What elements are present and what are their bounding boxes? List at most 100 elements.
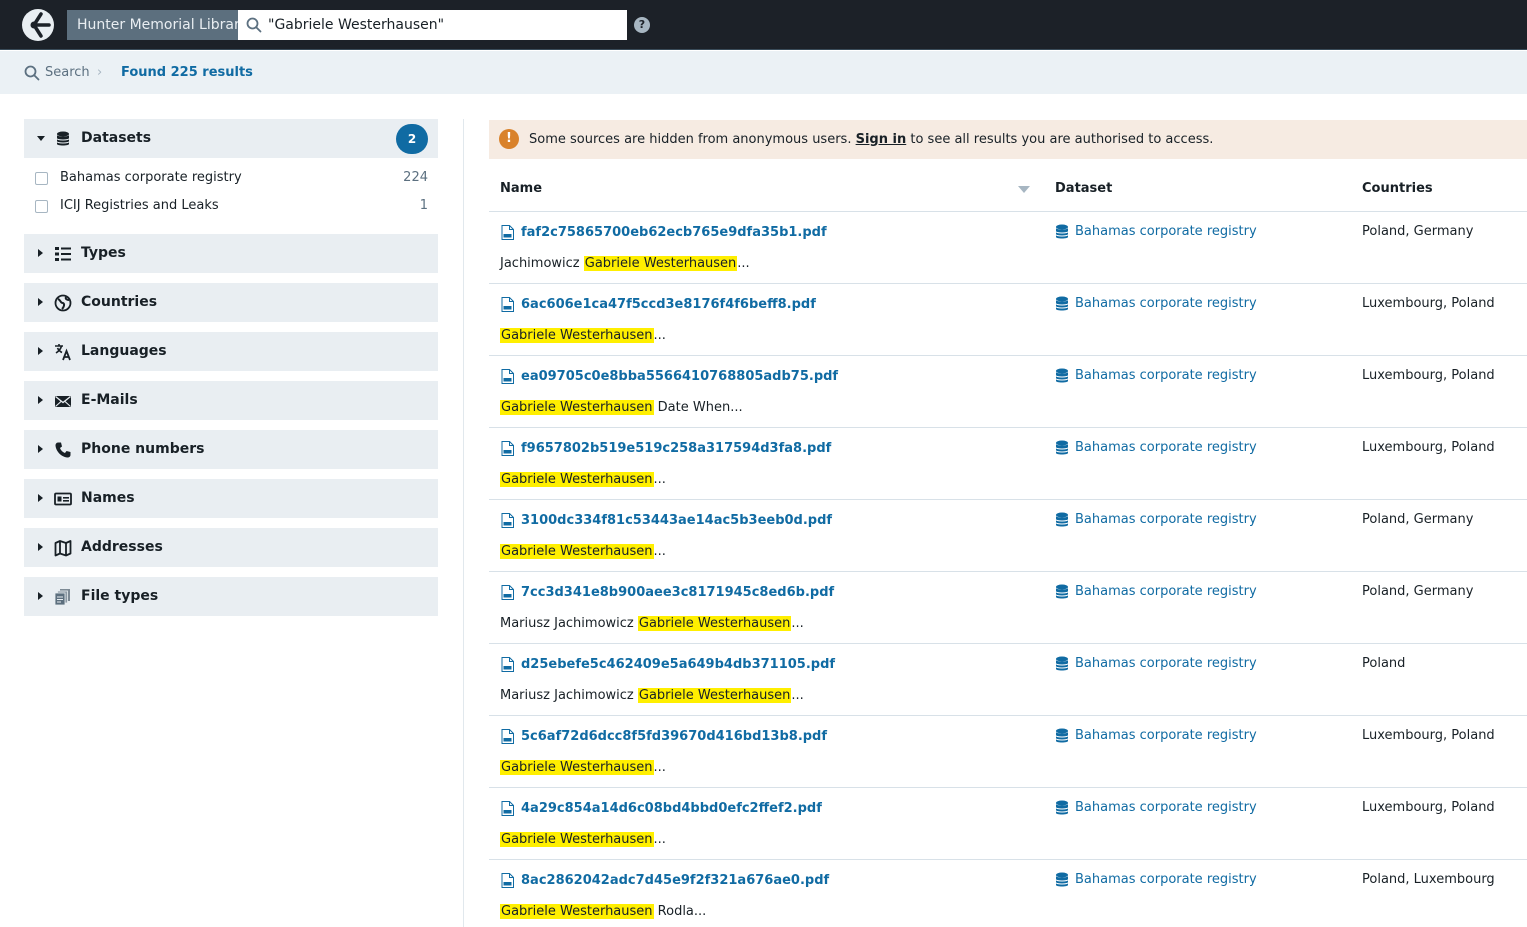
table-row[interactable]: ea09705c0e8bba5566410768805adb75.pdf Gab… <box>489 356 1527 428</box>
dataset-link[interactable]: Bahamas corporate registry <box>1055 656 1257 672</box>
dataset-link[interactable]: Bahamas corporate registry <box>1055 800 1257 816</box>
aleph-logo-icon[interactable] <box>22 9 54 41</box>
snippet-highlight: Gabriele Westerhausen <box>500 328 654 343</box>
table-row[interactable]: 4a29c854a14d6c08bd4bbd0efc2ffef2.pdf Gab… <box>489 788 1527 860</box>
database-icon <box>1055 368 1069 383</box>
facet-sidebar: Datasets 2 Bahamas corporate registry 22… <box>24 119 438 626</box>
search-snippet: Gabriele Westerhausen Rodla... <box>500 903 706 920</box>
database-icon <box>56 131 70 146</box>
file-name-link[interactable]: faf2c75865700eb62ecb765e9dfa35b1.pdf <box>521 225 827 241</box>
column-header-dataset[interactable]: Dataset <box>1055 181 1112 197</box>
caret-right-icon <box>38 543 43 551</box>
file-name-link[interactable]: ea09705c0e8bba5566410768805adb75.pdf <box>521 369 838 385</box>
snippet-highlight: Gabriele Westerhausen <box>500 832 654 847</box>
facet-file-types[interactable]: File types <box>24 577 438 616</box>
table-header: Name Dataset Countries <box>489 166 1527 212</box>
dataset-link[interactable]: Bahamas corporate registry <box>1055 296 1257 312</box>
column-header-countries[interactable]: Countries <box>1362 181 1433 197</box>
dataset-link[interactable]: Bahamas corporate registry <box>1055 440 1257 456</box>
facet-countries[interactable]: Countries <box>24 283 438 322</box>
table-row[interactable]: faf2c75865700eb62ecb765e9dfa35b1.pdf Jac… <box>489 212 1527 284</box>
top-navbar: Hunter Memorial Library ? <box>0 0 1527 50</box>
checkbox[interactable] <box>35 200 48 213</box>
search-snippet: Gabriele Westerhausen... <box>500 759 666 776</box>
facet-label: Datasets <box>81 130 152 146</box>
id-card-icon <box>54 492 72 506</box>
search-snippet: Gabriele Westerhausen... <box>500 831 666 848</box>
file-name-link[interactable]: 6ac606e1ca47f5ccd3e8176f4f6beff8.pdf <box>521 297 816 313</box>
pdf-file-icon <box>501 873 514 888</box>
sort-desc-icon[interactable] <box>1018 186 1030 193</box>
table-row[interactable]: 7cc3d341e8b900aee3c8171945c8ed6b.pdf Mar… <box>489 572 1527 644</box>
dataset-label: Bahamas corporate registry <box>1075 224 1257 239</box>
file-name-link[interactable]: 7cc3d341e8b900aee3c8171945c8ed6b.pdf <box>521 585 834 601</box>
globe-icon <box>54 294 72 312</box>
countries-cell: Luxembourg, Poland <box>1362 728 1495 743</box>
file-name-link[interactable]: d25ebefe5c462409e5a649b4db371105.pdf <box>521 657 835 673</box>
facet-datasets[interactable]: Datasets 2 <box>24 119 438 158</box>
caret-right-icon <box>38 347 43 355</box>
table-row[interactable]: 5c6af72d6dcc8f5fd39670d416bd13b8.pdf Gab… <box>489 716 1527 788</box>
column-header-name[interactable]: Name <box>500 181 542 197</box>
countries-cell: Luxembourg, Poland <box>1362 800 1495 815</box>
facet-option[interactable]: Bahamas corporate registry 224 <box>24 164 438 192</box>
dataset-link[interactable]: Bahamas corporate registry <box>1055 728 1257 744</box>
dataset-link[interactable]: Bahamas corporate registry <box>1055 368 1257 384</box>
dataset-label: Bahamas corporate registry <box>1075 512 1257 527</box>
dataset-link[interactable]: Bahamas corporate registry <box>1055 584 1257 600</box>
facet-names[interactable]: Names <box>24 479 438 518</box>
sign-in-link[interactable]: Sign in <box>856 132 907 147</box>
database-icon <box>1055 656 1069 671</box>
snippet-post: ... <box>737 256 750 271</box>
table-body: faf2c75865700eb62ecb765e9dfa35b1.pdf Jac… <box>489 212 1527 927</box>
pdf-file-icon <box>501 441 514 456</box>
facet-types[interactable]: Types <box>24 234 438 273</box>
table-row[interactable]: 3100dc334f81c53443ae14ac5b3eeb0d.pdf Gab… <box>489 500 1527 572</box>
table-row[interactable]: 6ac606e1ca47f5ccd3e8176f4f6beff8.pdf Gab… <box>489 284 1527 356</box>
dataset-label: Bahamas corporate registry <box>1075 440 1257 455</box>
list-icon <box>55 247 71 261</box>
dataset-link[interactable]: Bahamas corporate registry <box>1055 512 1257 528</box>
countries-cell: Poland, Germany <box>1362 224 1474 239</box>
breadcrumb-search-link[interactable]: Search <box>24 64 90 82</box>
database-icon <box>1055 872 1069 887</box>
table-row[interactable]: d25ebefe5c462409e5a649b4db371105.pdf Mar… <box>489 644 1527 716</box>
dataset-label: Bahamas corporate registry <box>1075 584 1257 599</box>
facet-label: Names <box>81 490 135 506</box>
column-divider <box>463 119 464 927</box>
snippet-pre: Mariusz Jachimowicz <box>500 616 638 631</box>
file-name-link[interactable]: f9657802b519e519c258a317594d3fa8.pdf <box>521 441 831 457</box>
map-icon <box>54 540 72 557</box>
dataset-label: Bahamas corporate registry <box>1075 872 1257 887</box>
facet-emails[interactable]: E-Mails <box>24 381 438 420</box>
file-name-link[interactable]: 3100dc334f81c53443ae14ac5b3eeb0d.pdf <box>521 513 832 529</box>
search-scope-button[interactable]: Hunter Memorial Library <box>67 10 248 40</box>
file-name-link[interactable]: 5c6af72d6dcc8f5fd39670d416bd13b8.pdf <box>521 729 827 745</box>
option-count: 1 <box>419 198 428 213</box>
table-row[interactable]: 8ac2862042adc7d45e9f2f321a676ae0.pdf Gab… <box>489 860 1527 927</box>
caret-right-icon <box>38 298 43 306</box>
callout-text-after: to see all results you are authorised to… <box>910 132 1214 147</box>
pdf-file-icon <box>501 801 514 816</box>
dataset-link[interactable]: Bahamas corporate registry <box>1055 872 1257 888</box>
facet-label: Addresses <box>81 539 163 555</box>
table-row[interactable]: f9657802b519e519c258a317594d3fa8.pdf Gab… <box>489 428 1527 500</box>
help-icon[interactable]: ? <box>634 17 650 33</box>
file-name-link[interactable]: 8ac2862042adc7d45e9f2f321a676ae0.pdf <box>521 873 829 889</box>
facet-option[interactable]: ICIJ Registries and Leaks 1 <box>24 192 438 220</box>
file-name-link[interactable]: 4a29c854a14d6c08bd4bbd0efc2ffef2.pdf <box>521 801 822 817</box>
option-count: 224 <box>403 170 428 185</box>
facet-addresses[interactable]: Addresses <box>24 528 438 567</box>
facet-phone-numbers[interactable]: Phone numbers <box>24 430 438 469</box>
facet-languages[interactable]: Languages <box>24 332 438 371</box>
database-icon <box>1055 584 1069 599</box>
facet-label: Phone numbers <box>81 441 205 457</box>
search-input[interactable] <box>268 10 623 40</box>
database-icon <box>1055 512 1069 527</box>
caret-right-icon <box>38 249 43 257</box>
checkbox[interactable] <box>35 172 48 185</box>
facet-label: Types <box>81 245 126 261</box>
dataset-link[interactable]: Bahamas corporate registry <box>1055 224 1257 240</box>
database-icon <box>1055 728 1069 743</box>
auth-warning-callout: ! Some sources are hidden from anonymous… <box>489 120 1527 159</box>
